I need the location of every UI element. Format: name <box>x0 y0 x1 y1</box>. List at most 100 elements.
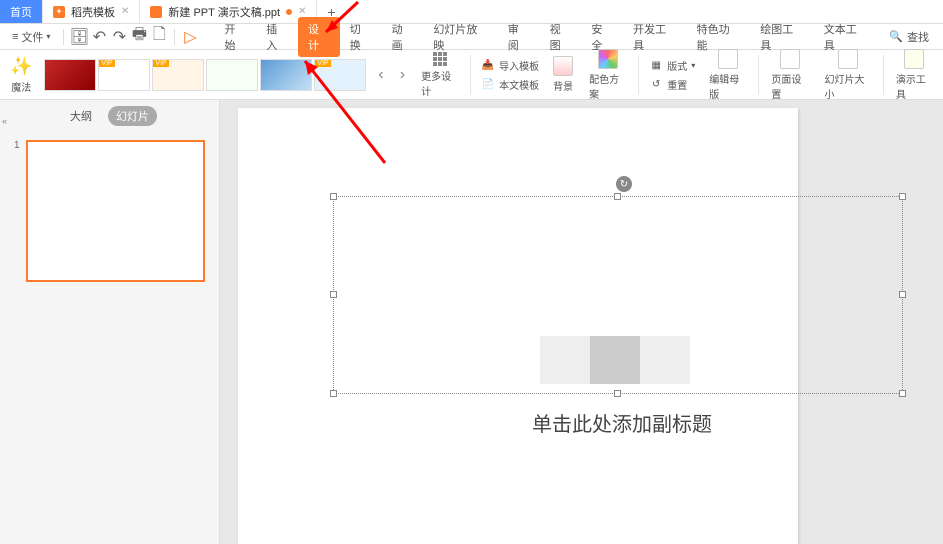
menu-button[interactable]: ≡ 文件 ▾ <box>6 27 56 47</box>
slide-canvas[interactable]: ↻ 单击此处添加副标题 <box>238 108 798 544</box>
color-scheme-button[interactable]: 配色方案 <box>583 47 632 103</box>
body-area: « 大纲 幻灯片 1 ↻ 单击此处添加副 <box>0 100 943 544</box>
slide-size-icon <box>838 49 858 69</box>
separator <box>883 55 884 95</box>
separator <box>63 29 64 45</box>
slide-thumbnail[interactable] <box>26 140 205 282</box>
background-label: 背景 <box>553 78 573 93</box>
theme-thumb-6[interactable] <box>314 59 366 91</box>
find-label: 查找 <box>907 29 929 45</box>
separator <box>758 55 759 95</box>
side-panel: « 大纲 幻灯片 1 <box>0 100 220 544</box>
thumbnail-list: 1 <box>0 132 219 290</box>
resize-handle[interactable] <box>614 193 621 200</box>
import-template-button[interactable]: 📥 导入模板 <box>477 57 543 74</box>
present-tools-button[interactable]: 演示工具 <box>890 47 939 103</box>
subtitle-placeholder[interactable]: 单击此处添加副标题 <box>532 408 712 437</box>
chevron-down-icon: ▾ <box>46 32 50 41</box>
theme-thumb-2[interactable] <box>98 59 150 91</box>
slide-number: 1 <box>14 140 20 151</box>
theme-thumb-4[interactable] <box>206 59 258 91</box>
resize-handle[interactable] <box>899 291 906 298</box>
unsaved-dot-icon <box>286 9 292 15</box>
side-tabs: 大纲 幻灯片 <box>0 100 219 132</box>
close-icon[interactable]: ✕ <box>298 6 306 17</box>
magic-button[interactable]: ✨ 魔法 <box>4 54 38 96</box>
resize-handle[interactable] <box>330 193 337 200</box>
tab-templates[interactable]: ✦ 稻壳模板 ✕ <box>43 0 140 23</box>
save-icon[interactable]: 🗄 <box>71 29 87 45</box>
present-icon <box>904 49 924 69</box>
layout-group: ▦ 版式 ▾ ↺ 重置 <box>645 57 699 93</box>
menu-dev[interactable]: 开发工具 <box>623 17 687 57</box>
reset-button[interactable]: ↺ 重置 <box>645 76 699 93</box>
print-icon[interactable]: 🖶 <box>131 29 147 45</box>
chevron-right-icon: › <box>400 66 405 84</box>
hamburger-icon: ≡ <box>12 31 18 43</box>
menu-review[interactable]: 审阅 <box>498 17 540 57</box>
more-design-label: 更多设计 <box>421 68 458 98</box>
prev-theme-button[interactable]: ‹ <box>372 64 389 86</box>
list-item[interactable]: 1 <box>14 140 205 282</box>
tab-home[interactable]: 首页 <box>0 0 43 23</box>
menu-transition[interactable]: 切换 <box>340 17 382 57</box>
menu-design[interactable]: 设计 <box>298 17 340 57</box>
menu-start[interactable]: 开始 <box>214 17 256 57</box>
reset-icon: ↺ <box>649 77 663 91</box>
menu-view[interactable]: 视图 <box>540 17 582 57</box>
background-button[interactable]: 背景 <box>547 54 579 95</box>
import-icon: 📥 <box>481 58 495 72</box>
collapse-icon[interactable]: « <box>2 116 7 126</box>
search-icon: 🔍 <box>889 30 903 43</box>
chevron-down-icon: ▾ <box>691 61 695 70</box>
present-tools-label: 演示工具 <box>896 71 933 101</box>
find-button[interactable]: 🔍 查找 <box>881 27 937 47</box>
menu-insert[interactable]: 插入 <box>256 17 298 57</box>
layout-button[interactable]: ▦ 版式 ▾ <box>645 57 699 74</box>
import-template-label: 导入模板 <box>499 58 539 73</box>
resize-handle[interactable] <box>330 390 337 397</box>
rotate-handle[interactable]: ↻ <box>616 176 632 192</box>
palette-icon <box>598 49 618 69</box>
slide-size-label: 幻灯片大小 <box>824 71 870 101</box>
more-design-button[interactable]: 更多设计 <box>415 50 464 100</box>
print-preview-icon[interactable]: 🗋 <box>151 29 167 45</box>
theme-thumb-5[interactable] <box>260 59 312 91</box>
slides-tab[interactable]: 幻灯片 <box>108 106 157 126</box>
slide-size-button[interactable]: 幻灯片大小 <box>818 47 876 103</box>
redo-icon[interactable]: ↷ <box>111 29 127 45</box>
tab-templates-label: 稻壳模板 <box>71 4 115 20</box>
tab-home-label: 首页 <box>10 4 32 20</box>
canvas-area[interactable]: ↻ 单击此处添加副标题 <box>220 100 943 544</box>
edit-master-button[interactable]: 编辑母版 <box>703 47 752 103</box>
theme-thumb-3[interactable] <box>152 59 204 91</box>
ribbon: ✨ 魔法 ‹ › 更多设计 📥 导入模板 📄 本文模板 背景 配色方案 <box>0 50 943 100</box>
undo-icon[interactable]: ↶ <box>91 29 107 45</box>
resize-handle[interactable] <box>614 390 621 397</box>
separator <box>638 55 639 95</box>
edit-master-label: 编辑母版 <box>709 71 746 101</box>
close-icon[interactable]: ✕ <box>121 6 129 17</box>
this-template-button[interactable]: 📄 本文模板 <box>477 76 543 93</box>
resize-handle[interactable] <box>899 193 906 200</box>
outline-tab[interactable]: 大纲 <box>62 106 100 126</box>
resize-handle[interactable] <box>899 390 906 397</box>
resize-handle[interactable] <box>330 291 337 298</box>
color-scheme-label: 配色方案 <box>589 71 626 101</box>
play-icon[interactable]: ▷ <box>182 29 198 45</box>
file-label: 文件 <box>21 29 43 45</box>
background-icon <box>553 56 573 76</box>
theme-thumb-1[interactable] <box>44 59 96 91</box>
blurred-title-text <box>540 336 690 384</box>
page-setup-label: 页面设置 <box>771 71 808 101</box>
doc-icon: 📄 <box>481 77 495 91</box>
page-setup-icon <box>780 49 800 69</box>
separator <box>174 29 175 45</box>
flame-icon: ✦ <box>53 6 65 18</box>
theme-gallery <box>42 57 368 93</box>
this-template-label: 本文模板 <box>499 77 539 92</box>
page-setup-button[interactable]: 页面设置 <box>765 47 814 103</box>
next-theme-button[interactable]: › <box>394 64 411 86</box>
reset-label: 重置 <box>667 77 687 92</box>
magic-label: 魔法 <box>11 79 31 94</box>
